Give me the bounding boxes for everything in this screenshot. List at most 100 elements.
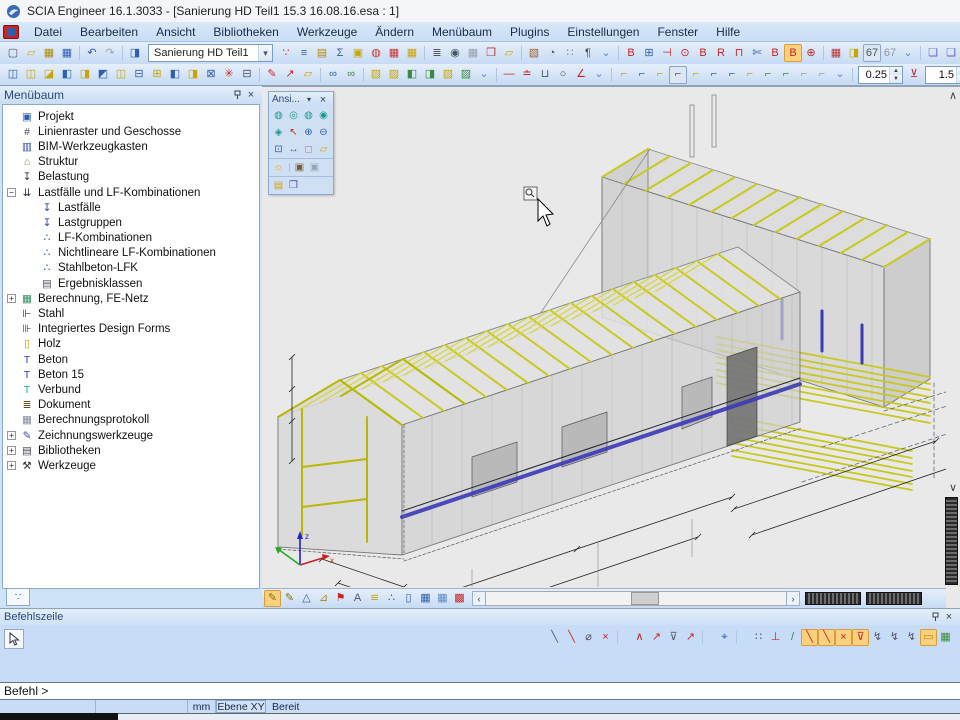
tree-item[interactable]: + ⚒ Werkzeuge <box>3 458 259 473</box>
scale-stepper[interactable]: 0.25 ▲▼ <box>858 66 903 84</box>
view-setting-icon[interactable]: ⊿ <box>315 590 332 607</box>
toolbar-icon[interactable]: ◔ <box>543 44 561 62</box>
tree-item[interactable]: T Beton <box>3 352 259 367</box>
toolbar-icon[interactable]: ∠ <box>572 66 590 84</box>
horizontal-scrollbar[interactable]: ‹ › <box>472 591 800 606</box>
palette-icon[interactable]: ☼ <box>271 160 286 175</box>
tree-item[interactable]: # Linienraster und Geschosse <box>3 124 259 139</box>
toolbar-icon[interactable]: ◨ <box>184 66 202 84</box>
toolbar-icon[interactable]: ∷ <box>561 44 579 62</box>
toolbar-icon[interactable]: ▱ <box>500 44 518 62</box>
toolbar-icon[interactable]: ◧ <box>58 66 76 84</box>
palette-icon[interactable]: ▣ <box>307 160 322 175</box>
snap-icon[interactable] <box>699 629 716 646</box>
toolbar-icon[interactable]: ⌄ <box>590 66 608 84</box>
menu-item[interactable]: Werkzeuge <box>288 23 366 41</box>
toolbar-icon[interactable]: ⊓ <box>730 44 748 62</box>
toolbar-icon[interactable]: 67 <box>881 44 899 62</box>
toolbar-icon[interactable]: R <box>712 44 730 62</box>
palette-icon[interactable]: ⊕ <box>301 125 316 140</box>
toolbar-icon[interactable]: ◧ <box>403 66 421 84</box>
snap-icon[interactable]: ⊽ <box>852 629 869 646</box>
snap-icon[interactable]: × <box>835 629 852 646</box>
toolbar-icon[interactable]: ⌐ <box>795 66 813 84</box>
tree-item[interactable]: ▯ Holz <box>3 337 259 352</box>
toolbar-icon[interactable]: ⌐ <box>705 66 723 84</box>
toolbar-icon[interactable]: 67 <box>863 44 881 62</box>
toolbar-icon[interactable] <box>256 66 263 84</box>
close-icon[interactable]: × <box>244 88 258 102</box>
toolbar-icon[interactable]: ⌐ <box>669 66 687 84</box>
scroll-down-icon[interactable]: ∨ <box>949 481 957 494</box>
snap-icon[interactable]: ∧ <box>631 629 648 646</box>
snap-icon[interactable]: ╲ <box>563 629 580 646</box>
menu-item[interactable]: Einstellungen <box>558 23 648 41</box>
toolbar-icon[interactable]: ⌄ <box>899 44 917 62</box>
app-icon[interactable] <box>3 25 19 39</box>
tree-item[interactable]: + ✎ Zeichnungswerkzeuge <box>3 428 259 443</box>
chevron-down-icon[interactable]: ▾ <box>302 93 316 107</box>
toolbar-icon[interactable]: ▧ <box>525 44 543 62</box>
toolbar-icon[interactable]: ▧ <box>439 66 457 84</box>
toolbar-icon[interactable]: ▦ <box>464 44 482 62</box>
snap-icon[interactable]: / <box>784 629 801 646</box>
menu-item[interactable]: Bearbeiten <box>71 23 147 41</box>
toolbar-icon[interactable]: ⌄ <box>831 66 849 84</box>
snap-icon[interactable]: ⊥ <box>767 629 784 646</box>
chevron-down-icon[interactable]: ▾ <box>258 45 272 61</box>
toolbar-icon[interactable]: ⊟ <box>130 66 148 84</box>
stepper-arrows[interactable]: ▲▼ <box>889 67 902 83</box>
view-palette-header[interactable]: Ansi... ▾ × <box>269 92 333 107</box>
toolbar-icon[interactable]: ▱ <box>299 66 317 84</box>
palette-icon[interactable]: ▱ <box>316 142 331 157</box>
toolbar-icon[interactable]: ⊠ <box>202 66 220 84</box>
menu-item[interactable]: Ansicht <box>147 23 204 41</box>
toolbar-icon[interactable]: B <box>766 44 784 62</box>
toolbar-icon[interactable]: ∞ <box>324 66 342 84</box>
toolbar-icon[interactable]: ◉ <box>446 44 464 62</box>
toolbar-icon[interactable]: ⊞ <box>148 66 166 84</box>
toolbar-icon[interactable]: ↶ <box>83 44 101 62</box>
tree-item[interactable]: ⊪ Integriertes Design Forms <box>3 322 259 337</box>
toolbar-icon[interactable]: ◨ <box>421 66 439 84</box>
tree-item[interactable]: ≣ Dokument <box>3 398 259 413</box>
toolbar-icon[interactable]: ◨ <box>76 66 94 84</box>
palette-icon[interactable]: ↖ <box>286 125 301 140</box>
project-dropdown[interactable]: Sanierung HD Teil1 ▾ <box>148 44 273 62</box>
toolbar-icon[interactable]: ⌐ <box>651 66 669 84</box>
toolbar-icon[interactable]: ◧ <box>166 66 184 84</box>
pin-icon[interactable] <box>928 610 942 624</box>
toolbar-icon[interactable]: ⌐ <box>741 66 759 84</box>
tree-item[interactable]: ↧ Lastfälle <box>3 200 259 215</box>
palette-icon[interactable]: ⊖ <box>316 125 331 140</box>
toolbar-icon[interactable] <box>608 66 615 84</box>
scroll-right-icon[interactable]: › <box>786 591 800 606</box>
palette-icon[interactable]: ❒ <box>286 178 301 193</box>
palette-icon[interactable]: ◈ <box>271 125 286 140</box>
palette-icon[interactable]: ◎ <box>286 108 301 123</box>
tree-expander[interactable]: + <box>7 446 16 455</box>
toolbar-icon[interactable]: ▦ <box>827 44 845 62</box>
toolbar-icon[interactable]: ⊕ <box>802 44 820 62</box>
snap-icon[interactable]: ↯ <box>903 629 920 646</box>
toolbar-icon[interactable] <box>119 44 126 62</box>
toolbar-icon[interactable]: ▦ <box>58 44 76 62</box>
snap-icon[interactable]: ∷ <box>750 629 767 646</box>
snap-icon[interactable]: ╲ <box>801 629 818 646</box>
tree-item[interactable]: ⌂ Struktur <box>3 155 259 170</box>
tree-item[interactable]: + ▤ Bibliotheken <box>3 443 259 458</box>
toolbar-icon[interactable]: ▨ <box>385 66 403 84</box>
toolbar-icon[interactable]: ⌐ <box>633 66 651 84</box>
toolbar-icon[interactable]: ∵ <box>277 44 295 62</box>
snap-icon[interactable] <box>733 629 750 646</box>
close-icon[interactable]: × <box>942 610 956 624</box>
toolbar-icon[interactable]: ❒ <box>482 44 500 62</box>
palette-icon[interactable]: ⊡ <box>271 142 286 157</box>
view-setting-icon[interactable]: ▦ <box>417 590 434 607</box>
toolbar-icon[interactable]: ◍ <box>367 44 385 62</box>
horizontal-zoom-slider-1[interactable] <box>805 592 861 605</box>
pin-icon[interactable] <box>230 88 244 102</box>
tree-expander[interactable]: + <box>7 294 16 303</box>
toolbar-icon[interactable]: ◫ <box>22 66 40 84</box>
tree-item[interactable]: ▥ BIM-Werkzeugkasten <box>3 139 259 154</box>
